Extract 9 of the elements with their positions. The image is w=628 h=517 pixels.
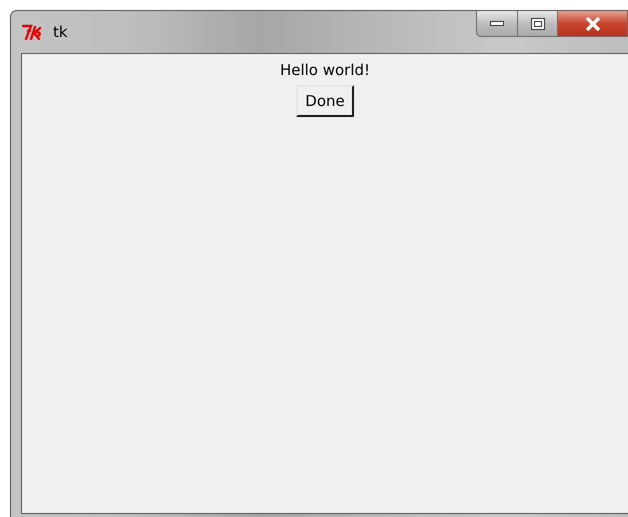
maximize-icon bbox=[530, 18, 544, 30]
close-icon bbox=[584, 16, 600, 30]
done-button[interactable]: Done bbox=[296, 85, 354, 117]
close-button[interactable] bbox=[558, 11, 628, 37]
minimize-button[interactable] bbox=[476, 11, 518, 37]
maximize-button[interactable] bbox=[518, 11, 558, 37]
minimize-icon bbox=[490, 20, 504, 26]
greeting-label: Hello world! bbox=[280, 60, 370, 80]
window-title: tk bbox=[53, 23, 68, 41]
